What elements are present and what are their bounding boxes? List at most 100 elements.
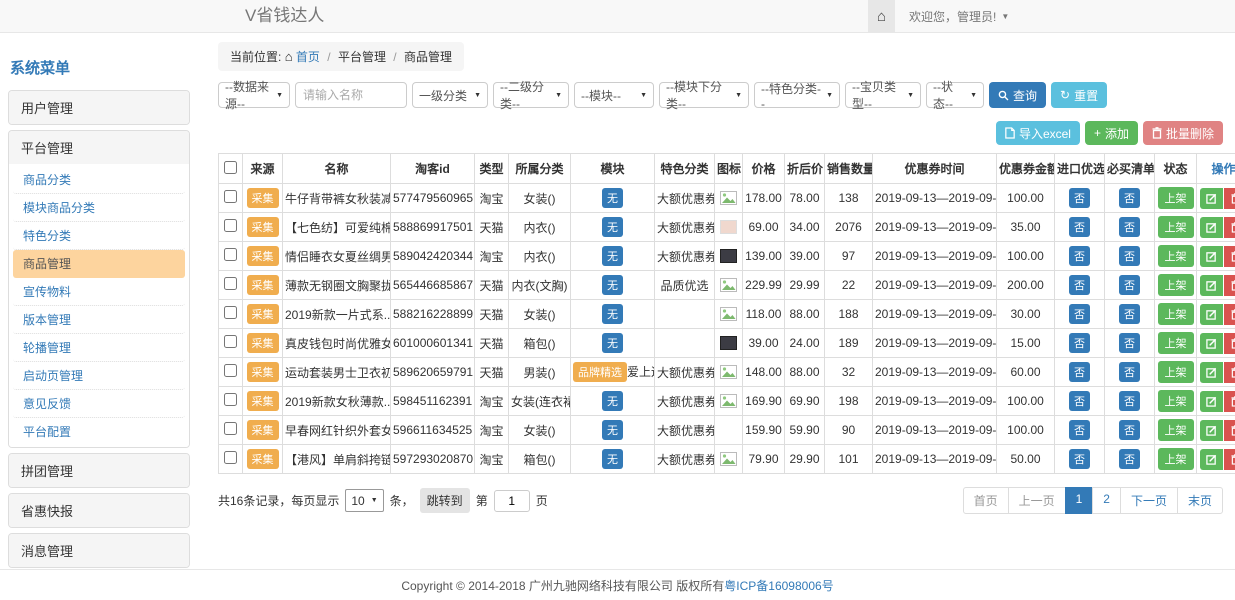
must-buy-toggle[interactable]: 否 xyxy=(1119,304,1140,324)
page-button[interactable]: 1 xyxy=(1065,487,1094,514)
select-all-checkbox[interactable] xyxy=(224,161,237,174)
module-subcategory-select[interactable]: --模块下分类--▼ xyxy=(659,82,749,108)
page-size-select[interactable]: 10 ▼ xyxy=(345,489,383,512)
import-select-toggle[interactable]: 否 xyxy=(1069,188,1090,208)
page-button[interactable]: 下一页 xyxy=(1120,487,1178,514)
import-select-toggle[interactable]: 否 xyxy=(1069,449,1090,469)
status-select[interactable]: --状态--▼ xyxy=(926,82,984,108)
edit-button[interactable] xyxy=(1200,188,1223,209)
delete-button[interactable] xyxy=(1224,333,1235,354)
delete-button[interactable] xyxy=(1224,217,1235,238)
search-button[interactable]: 查询 xyxy=(989,82,1046,108)
must-buy-toggle[interactable]: 否 xyxy=(1119,246,1140,266)
edit-button[interactable] xyxy=(1200,304,1223,325)
import-select-toggle[interactable]: 否 xyxy=(1069,246,1090,266)
edit-button[interactable] xyxy=(1200,391,1223,412)
edit-button[interactable] xyxy=(1200,362,1223,383)
row-checkbox[interactable] xyxy=(224,248,237,261)
row-checkbox[interactable] xyxy=(224,335,237,348)
status-button[interactable]: 上架 xyxy=(1158,245,1194,267)
sidebar-item[interactable]: 商品管理 xyxy=(13,250,185,278)
status-button[interactable]: 上架 xyxy=(1158,303,1194,325)
edit-button[interactable] xyxy=(1200,217,1223,238)
import-select-toggle[interactable]: 否 xyxy=(1069,420,1090,440)
reset-button[interactable]: ↻ 重置 xyxy=(1051,82,1107,108)
module-badge[interactable]: 无 xyxy=(602,449,623,469)
row-checkbox[interactable] xyxy=(224,422,237,435)
status-button[interactable]: 上架 xyxy=(1158,390,1194,412)
status-button[interactable]: 上架 xyxy=(1158,448,1194,470)
module-select[interactable]: --模块--▼ xyxy=(574,82,654,108)
sidebar-item[interactable]: 意见反馈 xyxy=(13,390,185,418)
row-checkbox[interactable] xyxy=(224,451,237,464)
must-buy-toggle[interactable]: 否 xyxy=(1119,275,1140,295)
must-buy-toggle[interactable]: 否 xyxy=(1119,362,1140,382)
status-button[interactable]: 上架 xyxy=(1158,274,1194,296)
delete-button[interactable] xyxy=(1224,391,1235,412)
data-source-select[interactable]: --数据来源--▼ xyxy=(218,82,290,108)
sidebar-group[interactable]: 平台管理 xyxy=(9,131,189,164)
page-button[interactable]: 末页 xyxy=(1177,487,1223,514)
status-button[interactable]: 上架 xyxy=(1158,187,1194,209)
item-type-select[interactable]: --宝贝类型--▼ xyxy=(845,82,921,108)
import-select-toggle[interactable]: 否 xyxy=(1069,333,1090,353)
sidebar-item[interactable]: 模块商品分类 xyxy=(13,194,185,222)
delete-button[interactable] xyxy=(1224,420,1235,441)
module-badge[interactable]: 无 xyxy=(602,391,623,411)
delete-button[interactable] xyxy=(1224,275,1235,296)
delete-button[interactable] xyxy=(1224,304,1235,325)
delete-button[interactable] xyxy=(1224,246,1235,267)
import-select-toggle[interactable]: 否 xyxy=(1069,391,1090,411)
level1-category-select[interactable]: 一级分类▼ xyxy=(412,82,488,108)
edit-button[interactable] xyxy=(1200,275,1223,296)
page-button[interactable]: 上一页 xyxy=(1008,487,1066,514)
row-checkbox[interactable] xyxy=(224,364,237,377)
module-badge[interactable]: 无 xyxy=(602,333,623,353)
import-select-toggle[interactable]: 否 xyxy=(1069,275,1090,295)
status-button[interactable]: 上架 xyxy=(1158,361,1194,383)
module-badge[interactable]: 无 xyxy=(602,275,623,295)
breadcrumb-home-link[interactable]: 首页 xyxy=(296,50,320,64)
name-search-input[interactable] xyxy=(295,82,407,108)
sidebar-item[interactable]: 商品分类 xyxy=(13,166,185,194)
sidebar-group[interactable]: 拼团管理 xyxy=(9,454,189,487)
edit-button[interactable] xyxy=(1200,246,1223,267)
import-select-toggle[interactable]: 否 xyxy=(1069,362,1090,382)
edit-button[interactable] xyxy=(1200,449,1223,470)
must-buy-toggle[interactable]: 否 xyxy=(1119,449,1140,469)
must-buy-toggle[interactable]: 否 xyxy=(1119,217,1140,237)
module-badge[interactable]: 无 xyxy=(602,246,623,266)
row-checkbox[interactable] xyxy=(224,306,237,319)
delete-button[interactable] xyxy=(1224,449,1235,470)
sidebar-group[interactable]: 省惠快报 xyxy=(9,494,189,527)
must-buy-toggle[interactable]: 否 xyxy=(1119,420,1140,440)
sidebar-item[interactable]: 启动页管理 xyxy=(13,362,185,390)
page-button[interactable]: 2 xyxy=(1092,487,1121,514)
sidebar-group[interactable]: 消息管理 xyxy=(9,534,189,567)
sidebar-group[interactable]: 用户管理 xyxy=(9,91,189,124)
row-checkbox[interactable] xyxy=(224,393,237,406)
status-button[interactable]: 上架 xyxy=(1158,216,1194,238)
icp-link[interactable]: 粤ICP备16098006号 xyxy=(724,577,833,594)
sidebar-item[interactable]: 轮播管理 xyxy=(13,334,185,362)
import-select-toggle[interactable]: 否 xyxy=(1069,304,1090,324)
row-checkbox[interactable] xyxy=(224,190,237,203)
edit-button[interactable] xyxy=(1200,333,1223,354)
user-menu[interactable]: 欢迎您，管理员! ▼ xyxy=(909,8,1009,25)
jump-to-button[interactable]: 跳转到 xyxy=(420,488,470,513)
page-number-input[interactable] xyxy=(494,490,530,512)
level2-category-select[interactable]: --二级分类--▼ xyxy=(493,82,569,108)
sidebar-item[interactable]: 版本管理 xyxy=(13,306,185,334)
page-button[interactable]: 首页 xyxy=(963,487,1009,514)
feature-category-select[interactable]: --特色分类--▼ xyxy=(754,82,840,108)
must-buy-toggle[interactable]: 否 xyxy=(1119,333,1140,353)
status-button[interactable]: 上架 xyxy=(1158,332,1194,354)
module-badge[interactable]: 无 xyxy=(602,304,623,324)
module-badge[interactable]: 无 xyxy=(602,188,623,208)
sidebar-item[interactable]: 特色分类 xyxy=(13,222,185,250)
status-button[interactable]: 上架 xyxy=(1158,419,1194,441)
module-badge[interactable]: 品牌精选 xyxy=(573,362,627,382)
home-button[interactable]: ⌂ xyxy=(868,0,895,32)
must-buy-toggle[interactable]: 否 xyxy=(1119,391,1140,411)
must-buy-toggle[interactable]: 否 xyxy=(1119,188,1140,208)
